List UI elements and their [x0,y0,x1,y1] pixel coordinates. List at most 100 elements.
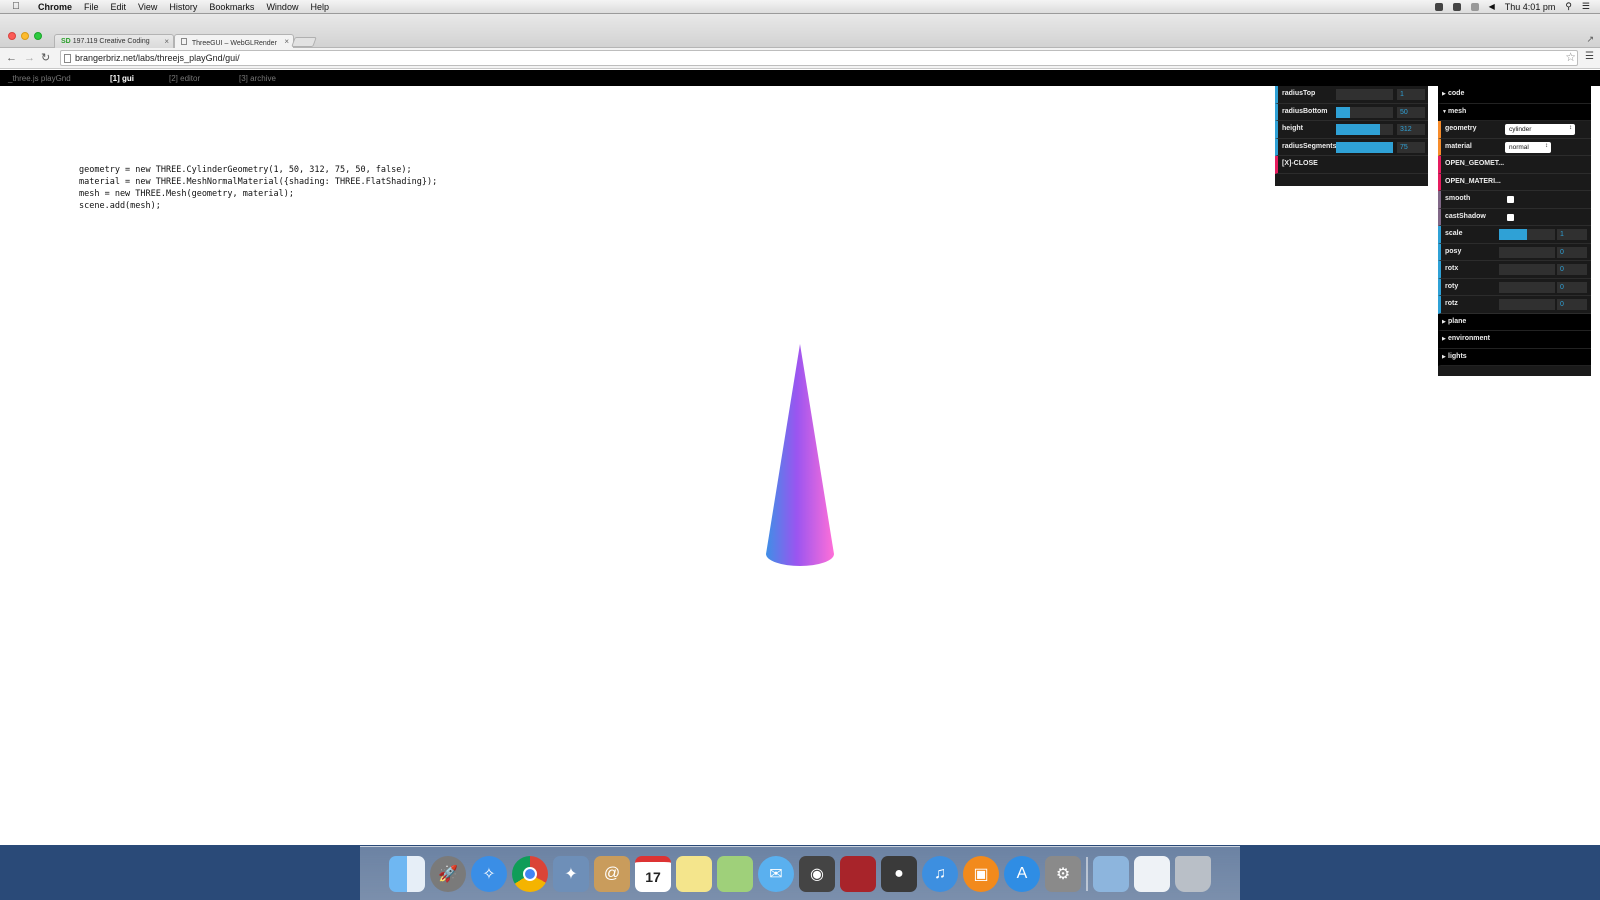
page-favicon-icon [181,38,187,45]
open-geometry-button[interactable]: OPEN_GEOMET... [1438,156,1591,174]
radius-segments-slider[interactable] [1336,141,1393,153]
calendar-icon[interactable]: 17 [635,855,671,892]
cone-body [766,344,834,566]
menubar-clock[interactable]: Thu 4:01 pm [1505,2,1556,12]
iphoto-icon[interactable]: ● [881,855,917,892]
launchpad-icon[interactable]: 🚀 [430,855,466,892]
rotz-control: rotz 0 [1438,296,1591,314]
notes-icon[interactable] [676,855,712,892]
notification-icon[interactable] [1434,2,1443,11]
tab-threegui[interactable]: ThreeGUI – WebGLRender × [174,34,294,48]
trash-icon[interactable] [1175,855,1211,892]
open-material-button[interactable]: OPEN_MATERI... [1438,173,1591,191]
ibooks-icon[interactable]: ▣ [963,855,999,892]
cast-shadow-checkbox[interactable] [1507,213,1514,221]
rotz-slider[interactable] [1499,299,1555,310]
menu-window[interactable]: Window [260,2,304,12]
zoom-window-button[interactable] [34,32,42,40]
notification-center-icon[interactable]: ☰ [1582,1,1590,12]
rotz-input[interactable]: 0 [1557,299,1587,310]
radius-bottom-input[interactable]: 50 [1397,106,1425,118]
nav-gui[interactable]: [1] gui [110,74,134,83]
close-geometry-button[interactable]: [X]-CLOSE [1275,156,1428,174]
menu-view[interactable]: View [132,2,163,12]
nav-editor[interactable]: [2] editor [169,74,200,83]
height-slider[interactable] [1336,124,1393,135]
spotlight-icon[interactable]: ⚲ [1565,1,1572,12]
volume-icon[interactable]: ◀ [1489,2,1495,11]
minimize-window-button[interactable] [21,32,29,40]
menu-bookmarks[interactable]: Bookmarks [203,2,260,12]
radius-top-slider[interactable] [1336,89,1393,100]
menu-help[interactable]: Help [304,2,335,12]
geometry-select[interactable]: cylinder ↕ [1505,124,1575,135]
radius-bottom-slider[interactable] [1336,106,1393,118]
material-select[interactable]: normal ↕ [1505,141,1551,153]
documents-icon[interactable] [1134,855,1170,892]
reload-button[interactable]: ↻ [41,51,50,65]
roty-input[interactable]: 0 [1557,281,1587,293]
posy-slider[interactable] [1499,246,1555,258]
chrome-icon[interactable] [512,855,548,892]
bluetooth-icon[interactable] [1470,2,1479,11]
system-preferences-icon[interactable]: ⚙ [1045,855,1081,892]
menu-file[interactable]: File [78,2,105,12]
radius-top-input[interactable]: 1 [1397,89,1425,100]
plane-folder[interactable]: ▶ plane [1438,313,1591,331]
radius-bottom-control: radiusBottom 50 [1275,103,1428,121]
facetime-icon[interactable]: ◉ [799,855,835,892]
menu-history[interactable]: History [163,2,203,12]
menu-app-name[interactable]: Chrome [32,2,78,12]
address-bar[interactable]: brangerbriz.net/labs/threejs_playGnd/gui… [60,50,1578,66]
chrome-menu-icon[interactable]: ☰ [1585,51,1594,62]
photobooth-icon[interactable] [840,855,876,892]
safari-icon[interactable]: ✧ [471,855,507,892]
back-button[interactable]: ← [6,51,17,65]
mesh-folder[interactable]: ▼ mesh [1438,103,1591,121]
folder-label: code [1448,90,1465,97]
control-label: castShadow [1445,212,1486,220]
new-tab-button[interactable] [291,37,317,47]
messages-icon[interactable]: ✉ [758,855,794,892]
scale-slider[interactable] [1499,229,1555,240]
rotx-input[interactable]: 0 [1557,264,1587,275]
nav-home[interactable]: _three.js playGnd [8,74,71,83]
finder-icon[interactable] [389,855,425,892]
downloads-folder-icon[interactable] [1093,855,1129,892]
preview-icon[interactable]: ✦ [553,855,589,892]
control-label: radiusTop [1282,90,1316,97]
menu-edit[interactable]: Edit [105,2,133,12]
lights-folder[interactable]: ▶ lights [1438,348,1591,366]
tab-close-icon[interactable]: × [164,37,169,46]
itunes-icon[interactable]: ♫ [922,855,958,892]
roty-slider[interactable] [1499,281,1555,293]
contacts-icon[interactable]: @ [594,855,630,892]
nav-archive[interactable]: [3] archive [239,74,276,83]
apple-menu-icon[interactable]:  [0,1,32,12]
height-input[interactable]: 312 [1397,124,1425,135]
maps-icon[interactable] [717,855,753,892]
cone-mesh-render[interactable] [760,342,840,572]
scale-input[interactable]: 1 [1557,229,1587,240]
fullscreen-icon[interactable]: ↗ [1586,34,1594,45]
code-folder[interactable]: ▶ code [1438,86,1591,104]
radius-segments-input[interactable]: 75 [1397,141,1425,153]
environment-folder[interactable]: ▶ environment [1438,331,1591,349]
rotx-slider[interactable] [1499,264,1555,275]
smooth-checkbox[interactable] [1507,196,1514,203]
control-label: height [1282,125,1303,132]
site-nav: _three.js playGnd [1] gui [2] editor [3]… [0,70,1600,86]
tab-close-icon[interactable]: × [284,37,289,46]
collapsed-triangle-icon: ▶ [1442,91,1446,97]
tab-creative-coding[interactable]: SD 197.119 Creative Coding × [54,34,174,48]
forward-button[interactable]: → [24,51,35,65]
posy-input[interactable]: 0 [1557,246,1587,258]
folder-label: lights [1448,352,1467,360]
bookmark-star-icon[interactable]: ☆ [1565,50,1576,64]
control-label: rotx [1445,265,1459,272]
control-label: radiusBottom [1282,107,1328,115]
close-window-button[interactable] [8,32,16,40]
appstore-icon[interactable]: A [1004,855,1040,892]
user-icon[interactable] [1452,2,1461,11]
control-label: roty [1445,282,1459,290]
